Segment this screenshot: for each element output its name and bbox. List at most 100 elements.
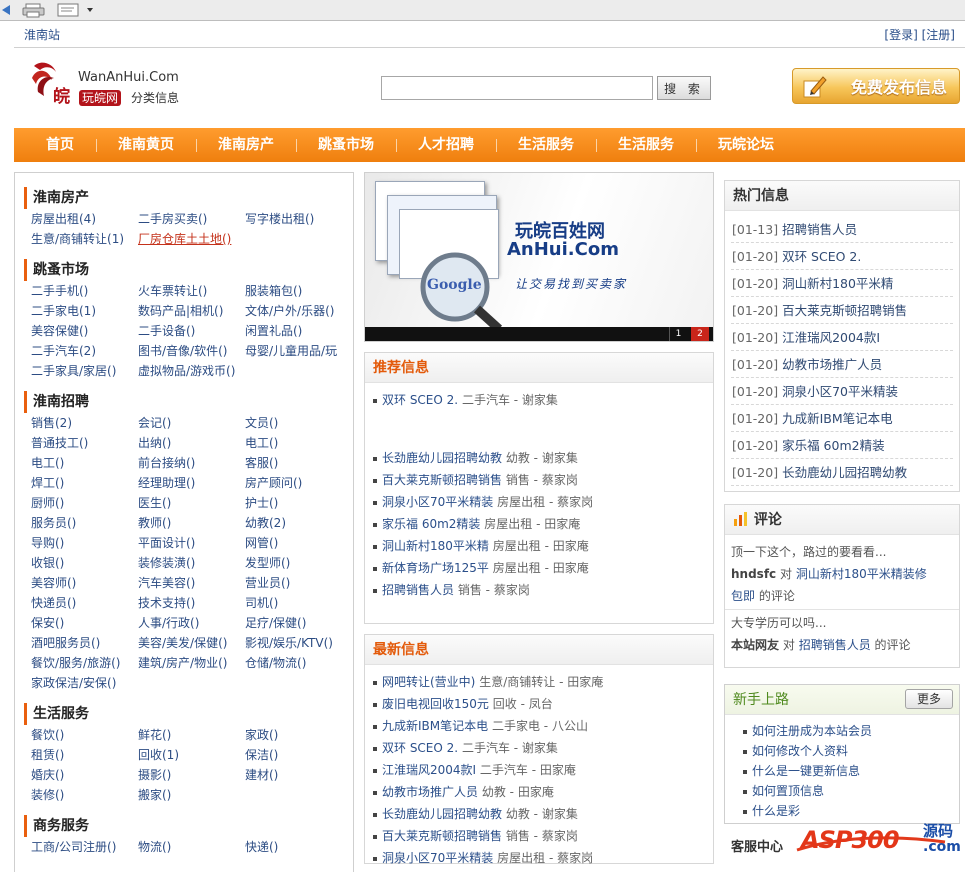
category-link[interactable]: 服务员() bbox=[31, 513, 138, 533]
category-link[interactable]: 二手设备() bbox=[138, 321, 245, 341]
category-link[interactable]: 火车票转让() bbox=[138, 281, 245, 301]
category-link[interactable]: 经理助理() bbox=[138, 473, 245, 493]
nav-yellow-pages[interactable]: 淮南黄页 bbox=[96, 128, 196, 162]
category-link[interactable]: 护士() bbox=[245, 493, 352, 513]
list-item-title[interactable]: 长劲鹿幼儿园招聘幼教 bbox=[382, 451, 502, 465]
category-link[interactable]: 厂房仓库土土地() bbox=[138, 229, 245, 249]
category-link[interactable]: 快递() bbox=[245, 837, 352, 857]
guide-item-link[interactable]: 如何置顶信息 bbox=[752, 784, 824, 798]
category-link[interactable]: 网管() bbox=[245, 533, 352, 553]
nav-life-service[interactable]: 生活服务 bbox=[496, 128, 596, 162]
list-item-title[interactable]: 洞山新村180平米精 bbox=[382, 539, 489, 553]
list-item-title[interactable]: 洞泉小区70平米精装 bbox=[382, 495, 493, 509]
category-link[interactable]: 技术支持() bbox=[138, 593, 245, 613]
category-link[interactable]: 文体/户外/乐器() bbox=[245, 301, 352, 321]
search-button[interactable]: 搜 索 bbox=[657, 76, 711, 100]
category-link[interactable]: 客服() bbox=[245, 453, 352, 473]
list-item-title[interactable]: 洞泉小区70平米精装 bbox=[382, 851, 493, 865]
free-post-button[interactable]: 免费发布信息 bbox=[792, 68, 960, 104]
hot-item-title[interactable]: 家乐福 60m2精装 bbox=[782, 438, 885, 453]
list-item-title[interactable]: 废旧电视回收150元 bbox=[382, 697, 489, 711]
category-link[interactable]: 美容保健() bbox=[31, 321, 138, 341]
guide-item-link[interactable]: 如何修改个人资料 bbox=[752, 744, 848, 758]
hot-item-title[interactable]: 洞泉小区70平米精装 bbox=[782, 384, 898, 399]
guide-item-link[interactable]: 如何注册成为本站会员 bbox=[752, 724, 872, 738]
category-link[interactable]: 租赁() bbox=[31, 745, 138, 765]
banner[interactable]: Google 玩皖百姓网 AnHui.Com 让交易找到买卖家 1 2 bbox=[364, 172, 714, 342]
category-link[interactable]: 保安() bbox=[31, 613, 138, 633]
category-link[interactable]: 酒吧服务员() bbox=[31, 633, 138, 653]
category-link[interactable]: 母婴/儿童用品/玩 bbox=[245, 341, 352, 361]
list-item-title[interactable]: 家乐福 60m2精装 bbox=[382, 517, 480, 531]
category-link[interactable]: 闲置礼品() bbox=[245, 321, 352, 341]
category-link[interactable]: 仓储/物流() bbox=[245, 653, 352, 673]
nav-forum[interactable]: 玩皖论坛 bbox=[696, 128, 796, 162]
hot-item-title[interactable]: 九成新IBM笔记本电 bbox=[782, 411, 893, 426]
category-link[interactable]: 房产顾问() bbox=[245, 473, 352, 493]
category-link[interactable]: 电工() bbox=[245, 433, 352, 453]
list-item-title[interactable]: 新体育场广场125平 bbox=[382, 561, 489, 575]
back-arrow-icon[interactable] bbox=[0, 1, 14, 18]
category-link[interactable]: 餐饮() bbox=[31, 725, 138, 745]
category-link[interactable]: 服装箱包() bbox=[245, 281, 352, 301]
category-link[interactable]: 装修装潢() bbox=[138, 553, 245, 573]
category-link[interactable]: 收银() bbox=[31, 553, 138, 573]
category-link[interactable]: 摄影() bbox=[138, 765, 245, 785]
category-link[interactable]: 导购() bbox=[31, 533, 138, 553]
category-link[interactable]: 幼教(2) bbox=[245, 513, 352, 533]
comment-1-link-2[interactable]: 包即 bbox=[731, 589, 755, 603]
category-link[interactable]: 人事/行政() bbox=[138, 613, 245, 633]
nav-jobs[interactable]: 人才招聘 bbox=[396, 128, 496, 162]
category-link[interactable]: 工商/公司注册() bbox=[31, 837, 138, 857]
comment-2-user[interactable]: 本站网友 bbox=[731, 638, 779, 652]
category-link[interactable]: 二手家具/家居() bbox=[31, 361, 138, 381]
guide-item-link[interactable]: 什么是一键更新信息 bbox=[752, 764, 860, 778]
list-item-title[interactable]: 幼教市场推广人员 bbox=[382, 785, 478, 799]
comment-1-link[interactable]: 洞山新村180平米精装修 bbox=[796, 567, 927, 581]
guide-item-link[interactable]: 什么是彩 bbox=[752, 804, 800, 818]
category-link[interactable]: 建材() bbox=[245, 765, 352, 785]
category-link[interactable]: 二手手机() bbox=[31, 281, 138, 301]
category-link[interactable]: 虚拟物品/游戏币() bbox=[138, 361, 245, 381]
category-link[interactable]: 搬家() bbox=[138, 785, 245, 805]
category-link[interactable]: 普通技工() bbox=[31, 433, 138, 453]
category-link[interactable]: 影视/娱乐/KTV() bbox=[245, 633, 352, 653]
nav-life-service-2[interactable]: 生活服务 bbox=[596, 128, 696, 162]
category-link[interactable]: 文员() bbox=[245, 413, 352, 433]
category-link[interactable]: 出纳() bbox=[138, 433, 245, 453]
list-item-title[interactable]: 招聘销售人员 bbox=[382, 583, 454, 597]
hot-item-title[interactable]: 双环 SCEO 2. bbox=[782, 249, 861, 264]
hot-item-title[interactable]: 洞山新村180平米精 bbox=[782, 276, 893, 291]
category-link[interactable]: 数码产品|相机() bbox=[138, 301, 245, 321]
category-link[interactable]: 汽车美容() bbox=[138, 573, 245, 593]
category-link[interactable]: 家政() bbox=[245, 725, 352, 745]
category-link[interactable]: 发型师() bbox=[245, 553, 352, 573]
comment-2-link[interactable]: 招聘销售人员 bbox=[799, 638, 871, 652]
category-link[interactable]: 鲜花() bbox=[138, 725, 245, 745]
category-link[interactable]: 医生() bbox=[138, 493, 245, 513]
hot-item-title[interactable]: 长劲鹿幼儿园招聘幼教 bbox=[782, 465, 907, 480]
category-link[interactable]: 司机() bbox=[245, 593, 352, 613]
category-link[interactable]: 建筑/房产/物业() bbox=[138, 653, 245, 673]
category-link[interactable]: 图书/音像/软件() bbox=[138, 341, 245, 361]
category-link[interactable]: 家政保洁/安保() bbox=[31, 673, 138, 693]
category-link[interactable]: 电工() bbox=[31, 453, 138, 473]
nav-flea-market[interactable]: 跳蚤市场 bbox=[296, 128, 396, 162]
site-logo[interactable]: 皖 WanAnHui.Com 玩皖网 分类信息 bbox=[30, 56, 190, 112]
hot-item-title[interactable]: 幼教市场推广人员 bbox=[782, 357, 882, 372]
list-item-title[interactable]: 网吧转让(营业中) bbox=[382, 675, 475, 689]
category-link[interactable]: 营业员() bbox=[245, 573, 352, 593]
category-link[interactable]: 厨师() bbox=[31, 493, 138, 513]
category-link[interactable]: 回收(1) bbox=[138, 745, 245, 765]
list-item-title[interactable]: 双环 SCEO 2. bbox=[382, 741, 458, 755]
category-link[interactable]: 平面设计() bbox=[138, 533, 245, 553]
category-link[interactable]: 足疗/保健() bbox=[245, 613, 352, 633]
register-link[interactable]: [注册] bbox=[922, 28, 955, 42]
list-item-title[interactable]: 百大莱克斯顿招聘销售 bbox=[382, 473, 502, 487]
category-link[interactable]: 写字楼出租() bbox=[245, 209, 352, 229]
city-link[interactable]: 淮南站 bbox=[24, 26, 60, 43]
category-link[interactable]: 装修() bbox=[31, 785, 138, 805]
print-icon[interactable] bbox=[22, 1, 46, 18]
search-input[interactable] bbox=[381, 76, 653, 100]
list-item-title[interactable]: 江淮瑞风2004款I bbox=[382, 763, 476, 777]
